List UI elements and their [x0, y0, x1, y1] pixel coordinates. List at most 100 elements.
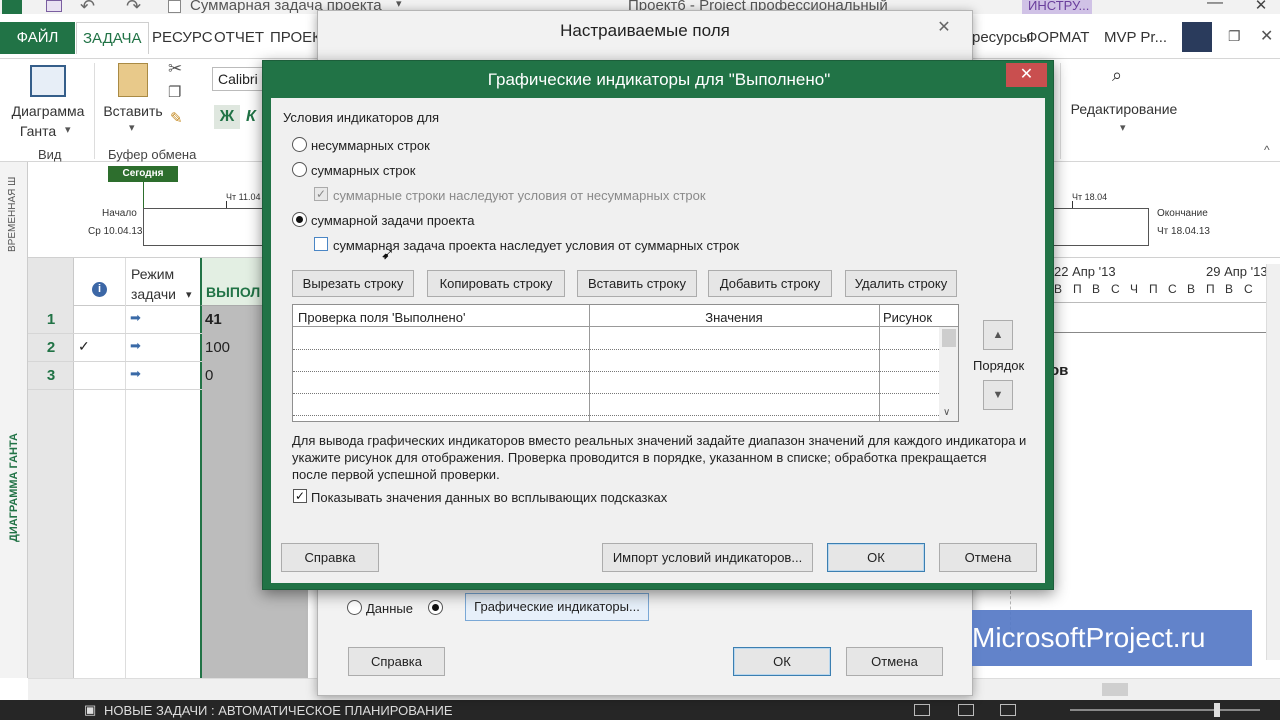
bold-button[interactable]: Ж — [214, 105, 240, 129]
gantt-button-label-1[interactable]: Диаграмма — [8, 103, 88, 119]
view-gantt-icon[interactable] — [914, 704, 930, 716]
gantt-chart-icon[interactable] — [30, 65, 66, 97]
editing-chevron-icon[interactable]: ▾ — [1120, 121, 1126, 134]
view-side-label: ДИАГРАММА ГАНТА — [8, 433, 20, 542]
scroll-thumb[interactable] — [942, 329, 956, 347]
vertical-scrollbar[interactable] — [1266, 264, 1280, 660]
header-values[interactable]: Значения — [589, 310, 879, 325]
radio-nonsummary[interactable] — [292, 137, 307, 152]
back-ok-button[interactable]: ОК — [733, 647, 831, 676]
copy-icon[interactable]: ❐ — [168, 83, 181, 101]
col-mode-header-1[interactable]: Режим — [131, 266, 174, 282]
paste-button[interactable]: Вставить — [100, 103, 166, 119]
tab-project[interactable]: ПРОЕК — [270, 22, 321, 54]
find-icon[interactable]: ⌕ — [1112, 65, 1122, 86]
summary-task-checkbox[interactable] — [168, 0, 181, 13]
timeline-date-1: Чт 11.04 — [226, 192, 261, 202]
table-row[interactable] — [293, 349, 939, 350]
tab-task[interactable]: ЗАДАЧА — [76, 22, 149, 54]
radio-project-summary[interactable] — [292, 212, 307, 227]
info-icon[interactable]: i — [92, 282, 107, 297]
paste-chevron-icon[interactable]: ▾ — [129, 121, 135, 134]
show-tooltips-checkbox[interactable]: ✓ — [293, 489, 307, 503]
chevron-down-icon[interactable]: ▾ — [65, 123, 71, 136]
back-cancel-button[interactable]: Отмена — [846, 647, 943, 676]
dialog-title: Графические индикаторы для "Выполнено" — [487, 70, 831, 89]
radio-data-label[interactable]: Данные — [366, 601, 413, 616]
format-painter-icon[interactable]: ✎ — [170, 109, 183, 127]
table-row[interactable] — [293, 415, 939, 416]
status-text[interactable]: НОВЫЕ ЗАДАЧИ : АВТОМАТИЧЕСКОЕ ПЛАНИРОВАН… — [104, 703, 453, 718]
close-icon[interactable]: ✕ — [924, 17, 964, 41]
col-mode-header-2[interactable]: задачи — [131, 286, 176, 302]
project-inherit-checkbox[interactable] — [314, 237, 328, 251]
editing-button[interactable]: Редактирование — [1064, 101, 1184, 117]
col-done-header[interactable]: ВЫПОЛ — [206, 284, 260, 300]
table-row[interactable] — [293, 371, 939, 372]
conditions-table[interactable]: Проверка поля 'Выполнено' Значения Рисун… — [292, 304, 959, 422]
help-button[interactable]: Справка — [281, 543, 379, 572]
restore-icon[interactable]: ❐ — [1228, 28, 1241, 45]
tab-report[interactable]: ОТЧЕТ — [214, 22, 264, 54]
summary-inherit-label[interactable]: суммарные строки наследуют условия от не… — [333, 188, 706, 203]
radio-project-summary-label[interactable]: суммарной задачи проекта — [311, 213, 474, 228]
tab-resources-ctx[interactable]: ресурсы — [972, 22, 1030, 54]
day-label: С — [1111, 282, 1120, 296]
radio-indicators[interactable] — [428, 600, 443, 615]
zoom-slider[interactable] — [1070, 709, 1260, 711]
day-label: П — [1149, 282, 1158, 296]
radio-summary-label[interactable]: суммарных строк — [311, 163, 415, 178]
delete-row-button[interactable]: Удалить строку — [845, 270, 957, 297]
collapse-ribbon-icon[interactable]: ^ — [1264, 143, 1270, 157]
scroll-down-icon[interactable]: ∨ — [943, 407, 950, 418]
radio-summary[interactable] — [292, 162, 307, 177]
tab-file[interactable]: ФАЙЛ — [0, 22, 75, 54]
zoom-thumb[interactable] — [1214, 703, 1220, 717]
summary-inherit-checkbox[interactable]: ✓ — [314, 187, 328, 201]
radio-data[interactable] — [347, 600, 362, 615]
row-number[interactable]: 3 — [28, 362, 74, 390]
tab-mvp[interactable]: MVP Pr... — [1104, 22, 1167, 54]
paste-row-button[interactable]: Вставить строку — [577, 270, 697, 297]
header-picture[interactable]: Рисунок — [883, 310, 932, 325]
cut-row-button[interactable]: Вырезать строку — [292, 270, 414, 297]
week-label-1: 22 Апр '13 — [1054, 264, 1116, 279]
account-avatar[interactable] — [1182, 22, 1212, 52]
gantt-button-label-2[interactable]: Ганта — [8, 123, 68, 139]
qat-dropdown-icon[interactable]: ▾ — [396, 0, 402, 10]
save-icon[interactable] — [46, 0, 62, 12]
cancel-button[interactable]: Отмена — [939, 543, 1037, 572]
close-doc-icon[interactable]: ✕ — [1260, 26, 1273, 46]
view-usage-icon[interactable] — [958, 704, 974, 716]
copy-row-button[interactable]: Копировать строку — [427, 270, 565, 297]
col-mode-filter-icon[interactable]: ▾ — [186, 288, 192, 301]
back-help-button[interactable]: Справка — [348, 647, 445, 676]
row-number[interactable]: 2 — [28, 334, 74, 362]
cut-icon[interactable]: ✂ — [168, 59, 182, 79]
scroll-thumb[interactable] — [1102, 683, 1128, 696]
tab-resource[interactable]: РЕСУРС — [152, 22, 213, 54]
group-view-label: Вид — [38, 147, 62, 162]
add-row-button[interactable]: Добавить строку — [708, 270, 832, 297]
undo-icon[interactable]: ↶ — [80, 0, 95, 14]
redo-icon[interactable]: ↷ — [126, 0, 141, 14]
move-up-button[interactable]: ▲ — [983, 320, 1013, 350]
graphic-indicators-button[interactable]: Графические индикаторы... — [465, 593, 649, 621]
import-conditions-button[interactable]: Импорт условий индикаторов... — [602, 543, 813, 572]
minimize-icon[interactable]: — — [1200, 0, 1230, 14]
row-number[interactable]: 1 — [28, 306, 74, 334]
close-icon[interactable]: ✕ — [1006, 63, 1047, 87]
radio-nonsummary-label[interactable]: несуммарных строк — [311, 138, 430, 153]
close-window-icon[interactable]: ✕ — [1246, 0, 1276, 14]
table-row[interactable] — [293, 393, 939, 394]
table-scrollbar[interactable]: ∨ — [939, 327, 958, 421]
view-team-icon[interactable] — [1000, 704, 1016, 716]
show-tooltips-label[interactable]: Показывать значения данных во всплывающи… — [311, 490, 667, 505]
paste-icon[interactable] — [118, 63, 148, 97]
ok-button[interactable]: ОК — [827, 543, 925, 572]
move-down-button[interactable]: ▼ — [983, 380, 1013, 410]
font-name-field[interactable]: Calibri — [212, 67, 264, 91]
header-field-test[interactable]: Проверка поля 'Выполнено' — [298, 310, 465, 325]
tab-format[interactable]: ФОРМАТ — [1026, 22, 1089, 54]
italic-button[interactable]: К — [246, 105, 260, 129]
